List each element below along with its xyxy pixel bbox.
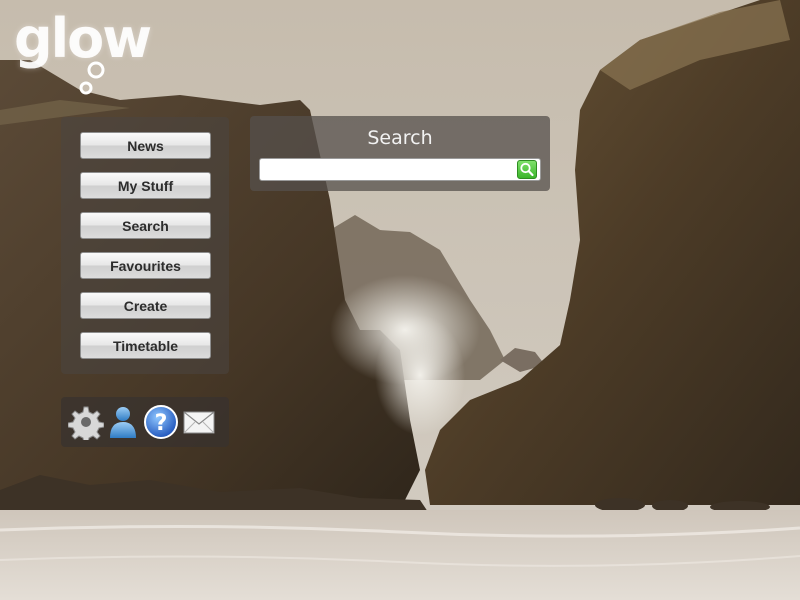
- search-input[interactable]: [259, 158, 541, 181]
- logo-bubbles-icon: [79, 61, 105, 95]
- nav-timetable-button[interactable]: Timetable: [80, 332, 211, 359]
- help-icon[interactable]: ?: [143, 404, 179, 440]
- nav-search-button[interactable]: Search: [80, 212, 211, 239]
- mail-icon[interactable]: [181, 404, 217, 440]
- gear-icon[interactable]: [68, 404, 104, 440]
- nav-favourites-button[interactable]: Favourites: [80, 252, 211, 279]
- nav-create-button[interactable]: Create: [80, 292, 211, 319]
- nav-my-stuff-button[interactable]: My Stuff: [80, 172, 211, 199]
- magnifier-icon: [520, 162, 534, 177]
- glow-logo: glow: [14, 8, 154, 103]
- svg-text:?: ?: [155, 411, 168, 436]
- search-panel: Search: [250, 116, 550, 191]
- nav-panel: News My Stuff Search Favourites Create T…: [61, 117, 229, 374]
- user-icon[interactable]: [105, 404, 141, 440]
- nav-news-button[interactable]: News: [80, 132, 211, 159]
- search-title: Search: [367, 127, 433, 149]
- tool-icons-panel: ?: [61, 397, 229, 447]
- search-button[interactable]: [517, 160, 537, 179]
